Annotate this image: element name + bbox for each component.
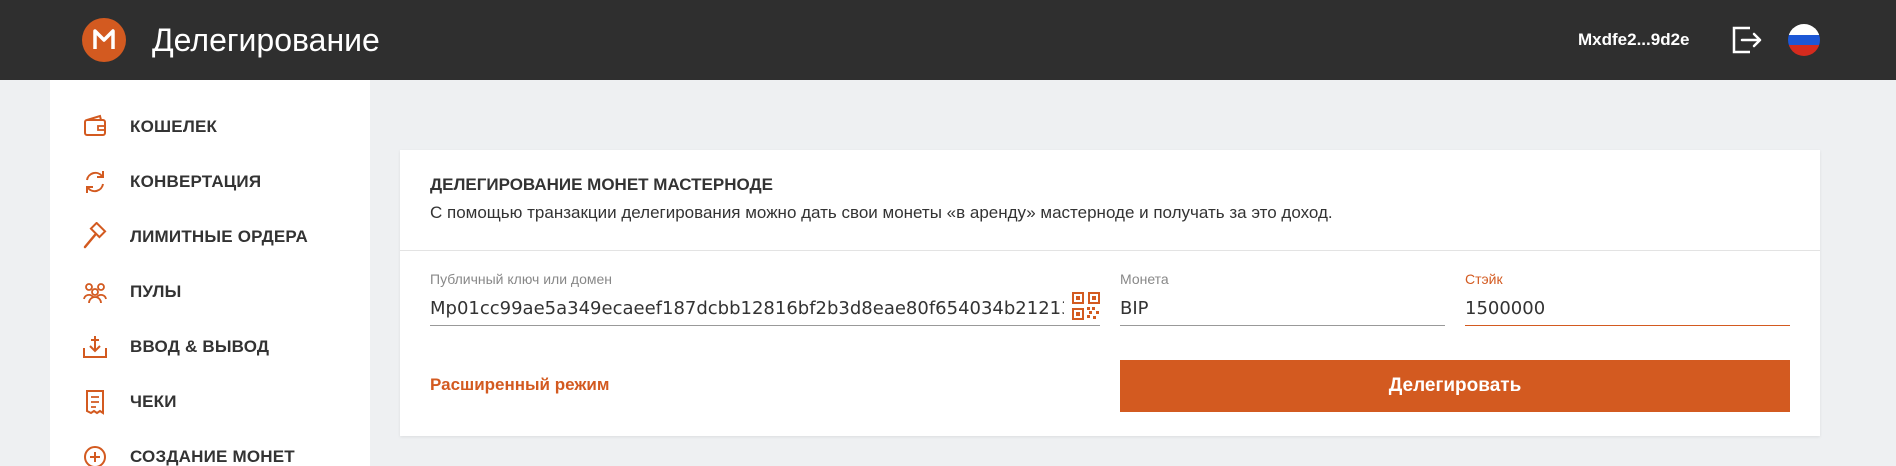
public-key-field: Публичный ключ или домен [430, 270, 1100, 330]
coin-input[interactable] [1120, 292, 1445, 326]
convert-icon [80, 167, 110, 197]
logout-icon[interactable] [1728, 22, 1764, 58]
create-coin-icon [80, 442, 110, 466]
sidebar-item-convert[interactable]: КОНВЕРТАЦИЯ [80, 167, 350, 197]
public-key-label: Публичный ключ или домен [430, 271, 613, 287]
stake-field: Стэйк [1465, 270, 1790, 330]
sidebar-item-label: ВВОД & ВЫВОД [130, 337, 270, 356]
stake-input[interactable] [1465, 292, 1790, 326]
sidebar-item-checks[interactable]: ЧЕКИ [80, 387, 350, 417]
qr-code-icon[interactable] [1072, 292, 1100, 320]
hammer-icon [80, 221, 110, 252]
card-title: ДЕЛЕГИРОВАНИЕ МОНЕТ МАСТЕРНОДЕ [430, 175, 773, 194]
deposit-withdraw-icon [80, 332, 110, 362]
delegation-card: ДЕЛЕГИРОВАНИЕ МОНЕТ МАСТЕРНОДЕ С помощью… [400, 150, 1820, 436]
top-bar: Делегирование Mxdfe2...9d2e [0, 0, 1896, 80]
sidebar-item-wallet[interactable]: КОШЕЛЕК [80, 112, 350, 142]
coin-label: Монета [1120, 271, 1169, 287]
stake-label: Стэйк [1465, 271, 1503, 287]
card-description: С помощью транзакции делегирования можно… [430, 203, 1333, 222]
sidebar-item-label: ЛИМИТНЫЕ ОРДЕРА [130, 227, 308, 246]
sidebar-item-label: КОНВЕРТАЦИЯ [130, 172, 262, 191]
sidebar-item-label: КОШЕЛЕК [130, 117, 218, 136]
sidebar-item-limit-orders[interactable]: ЛИМИТНЫЕ ОРДЕРА [80, 221, 350, 252]
divider [400, 250, 1820, 251]
sidebar-item-label: ПУЛЫ [130, 282, 182, 301]
minter-logo-icon[interactable] [82, 18, 126, 62]
advanced-mode-link[interactable]: Расширенный режим [430, 375, 609, 395]
checks-icon [80, 387, 110, 417]
wallet-address[interactable]: Mxdfe2...9d2e [1578, 28, 1690, 52]
public-key-input[interactable] [430, 292, 1100, 326]
sidebar-item-label: ЧЕКИ [130, 392, 177, 411]
sidebar-item-create-coin[interactable]: СОЗДАНИЕ МОНЕТ [80, 442, 350, 466]
sidebar-item-deposit-withdraw[interactable]: ВВОД & ВЫВОД [80, 332, 350, 362]
sidebar-item-pools[interactable]: ПУЛЫ [80, 277, 350, 307]
sidebar: КОШЕЛЕК КОНВЕРТАЦИЯ ЛИМИТНЫЕ ОРДЕРА ПУЛЫ… [50, 80, 370, 466]
wallet-icon [80, 112, 110, 142]
pools-icon [80, 277, 110, 307]
sidebar-item-label: СОЗДАНИЕ МОНЕТ [130, 447, 295, 466]
coin-field: Монета [1120, 270, 1445, 330]
russia-flag-icon[interactable] [1788, 24, 1820, 56]
delegate-button[interactable]: Делегировать [1120, 360, 1790, 412]
page-title: Делегирование [152, 22, 380, 58]
